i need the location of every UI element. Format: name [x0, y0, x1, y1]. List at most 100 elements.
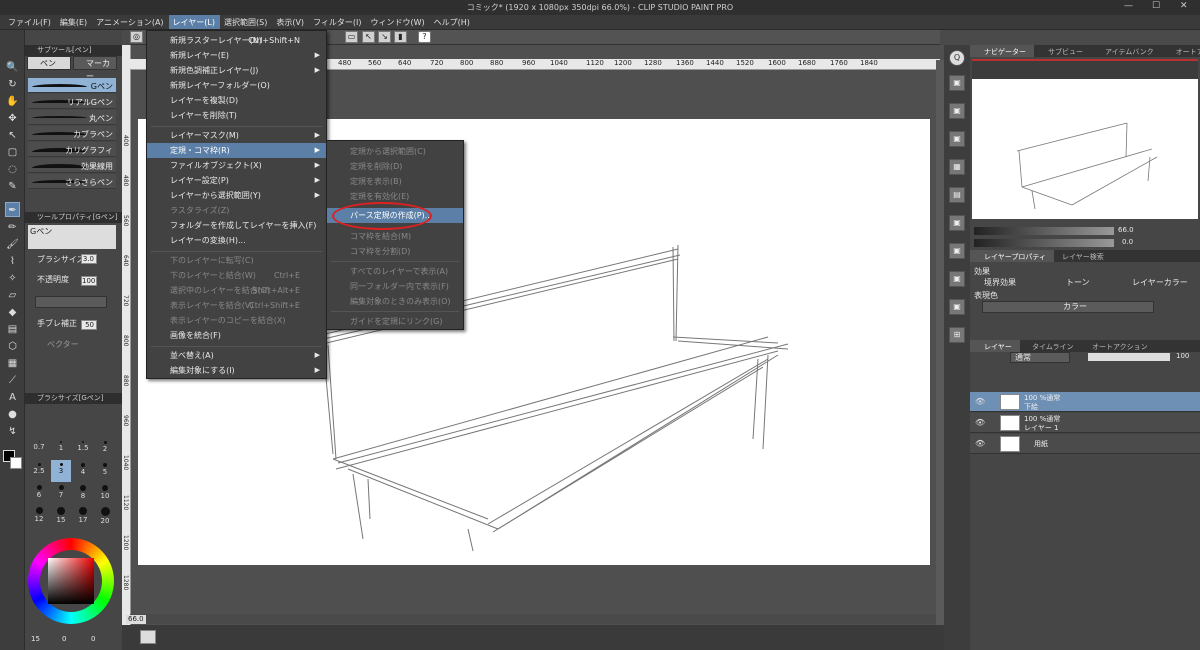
panel-icon[interactable]: ⊞ [949, 327, 965, 343]
tab-navigator[interactable]: ナビゲーター [970, 45, 1034, 57]
tab-layer[interactable]: レイヤー [970, 340, 1020, 352]
effect-tone[interactable]: トーン [1066, 277, 1090, 288]
layer-opacity-slider[interactable] [1088, 353, 1170, 361]
panel-icon[interactable]: ▤ [949, 187, 965, 203]
frame-tool-icon[interactable]: ▦ [5, 356, 20, 371]
quick-access-icon[interactable]: Q [949, 50, 965, 66]
sub-color-swatch[interactable] [10, 457, 22, 469]
brush-size-cell[interactable]: 1.5 [73, 438, 93, 460]
menu-item[interactable]: 新規レイヤー(E) ▶ [147, 48, 326, 63]
selection-tool-icon[interactable]: ▢ [5, 145, 20, 160]
effect-layer-color[interactable]: レイヤーカラー [1132, 277, 1188, 288]
correct-line-tool-icon[interactable]: ↯ [5, 424, 20, 439]
minimize-button[interactable]: — [1124, 1, 1133, 11]
menu-edit[interactable]: 編集(E) [56, 15, 92, 29]
brush-size-cell[interactable]: 12 [29, 504, 49, 526]
menu-file[interactable]: ファイル(F) [4, 15, 56, 29]
rotate-tool-icon[interactable]: ↻ [5, 77, 20, 92]
rotate-slider[interactable] [974, 239, 1114, 247]
effect-border[interactable]: 境界効果 [984, 277, 1016, 288]
tab-item-bank[interactable]: アイテムバンク [1091, 45, 1162, 57]
brush-size-cell[interactable]: 4 [73, 460, 93, 482]
brush-item[interactable]: カブラペン [28, 126, 116, 141]
brush-size-cell[interactable]: 8 [73, 482, 93, 504]
menu-item[interactable]: レイヤーマスク(M) ▶ [147, 128, 326, 143]
navigator-preview[interactable] [972, 59, 1198, 219]
balloon-tool-icon[interactable]: ● [5, 407, 20, 422]
tab-layer-property[interactable]: レイヤープロパティ [970, 250, 1054, 262]
tab-layer-search[interactable]: レイヤー検索 [1048, 250, 1112, 262]
airbrush-tool-icon[interactable]: ⌇ [5, 254, 20, 269]
horizontal-scrollbar[interactable] [130, 614, 936, 624]
tab-auto-action[interactable]: オートアクション [1162, 45, 1200, 57]
brush-item[interactable]: Gペン [28, 78, 116, 93]
tab-timeline[interactable]: タイムライン [1018, 340, 1082, 352]
color-wheel[interactable] [28, 538, 114, 624]
brush-size-cell[interactable]: 5 [95, 460, 115, 482]
panel-icon[interactable]: ▣ [949, 271, 965, 287]
help-button[interactable]: ? [418, 31, 431, 43]
brush-item[interactable]: 効果線用 [28, 158, 116, 173]
panel-icon[interactable]: ▣ [949, 215, 965, 231]
brush-size-cell[interactable]: 17 [73, 504, 93, 526]
eye-icon[interactable]: 👁 [975, 418, 985, 427]
color-mode-select[interactable]: カラー [982, 301, 1154, 313]
blend-mode-select[interactable]: 通常 [1010, 352, 1070, 363]
stabilize-value[interactable]: 50 [81, 320, 97, 330]
snap-grid-icon[interactable]: ↘ [378, 31, 391, 43]
brush-size-cell[interactable]: 2.5 [29, 460, 49, 482]
eye-icon[interactable]: 👁 [975, 397, 985, 406]
app-icon[interactable]: ◎ [130, 31, 143, 43]
brush-shape-selector[interactable] [35, 296, 107, 308]
pen-tool-icon[interactable]: ✒ [5, 202, 20, 217]
brush-item[interactable]: カリグラフィ [28, 142, 116, 157]
zoom-tool-icon[interactable]: 🔍 [5, 60, 20, 75]
menu-item[interactable]: レイヤー設定(P) ▶ [147, 173, 326, 188]
snap-button[interactable]: ▭ [345, 31, 358, 43]
menu-item[interactable]: 編集対象にする(I) ▶ [147, 363, 326, 378]
layer-row[interactable]: 👁 用紙 [970, 434, 1200, 454]
brush-item[interactable]: さらさらペン [28, 174, 116, 189]
opacity-value[interactable]: 100 [81, 276, 97, 286]
tab-auto-action-2[interactable]: オートアクション [1078, 340, 1156, 352]
menu-help[interactable]: ヘルプ(H) [430, 15, 475, 29]
panel-icon[interactable]: ▣ [949, 103, 965, 119]
brush-size-value[interactable]: 3.0 [81, 254, 97, 264]
menu-item[interactable]: レイヤーから選択範囲(Y) ▶ [147, 188, 326, 203]
lasso-tool-icon[interactable]: ◌ [5, 162, 20, 177]
menu-window[interactable]: ウィンドウ(W) [367, 15, 430, 29]
tab-pen[interactable]: ペン [27, 56, 71, 70]
brush-tool-icon[interactable]: 🖌 [5, 237, 20, 252]
panel-icon[interactable]: ▣ [949, 299, 965, 315]
menu-filter[interactable]: フィルター(I) [309, 15, 366, 29]
menu-item[interactable]: 新規色調補正レイヤー(J) ▶ [147, 63, 326, 78]
menu-layer[interactable]: レイヤー(L) [168, 15, 221, 29]
vertical-scrollbar[interactable] [936, 60, 944, 625]
snap-ruler-icon[interactable]: ↖ [362, 31, 375, 43]
brush-size-cell[interactable]: 6 [29, 482, 49, 504]
panel-icon[interactable]: ▣ [949, 131, 965, 147]
brush-size-cell[interactable]: 3 [51, 460, 71, 482]
tab-subview[interactable]: サブビュー [1034, 45, 1091, 57]
eraser-tool-icon[interactable]: ▱ [5, 288, 20, 303]
eyedropper-tool-icon[interactable]: ✎ [5, 179, 20, 194]
brush-size-cell[interactable]: 7 [51, 482, 71, 504]
brush-size-cell[interactable]: 1 [51, 438, 71, 460]
panel-icon[interactable]: ▦ [949, 159, 965, 175]
menu-view[interactable]: 表示(V) [272, 15, 309, 29]
brush-size-cell[interactable]: 2 [95, 438, 115, 460]
close-button[interactable]: ✕ [1180, 1, 1188, 11]
brush-size-cell[interactable]: 15 [51, 504, 71, 526]
color-square[interactable] [48, 558, 94, 604]
gradient-tool-icon[interactable]: ▤ [5, 322, 20, 337]
menu-item-ruler-frame[interactable]: 定規・コマ枠(R) ▶ [147, 143, 326, 158]
eye-icon[interactable]: 👁 [975, 439, 985, 448]
navigator-toggle-icon[interactable] [140, 630, 156, 644]
operation-tool-icon[interactable]: ↖ [5, 128, 20, 143]
zoom-slider[interactable] [974, 227, 1114, 235]
maximize-button[interactable]: ☐ [1152, 1, 1160, 11]
menu-item[interactable]: レイヤーの変換(H)... [147, 233, 326, 248]
ruler-tool-icon[interactable]: ⟋ [5, 373, 20, 388]
figure-tool-icon[interactable]: ⬡ [5, 339, 20, 354]
brush-size-cell[interactable]: 10 [95, 482, 115, 504]
